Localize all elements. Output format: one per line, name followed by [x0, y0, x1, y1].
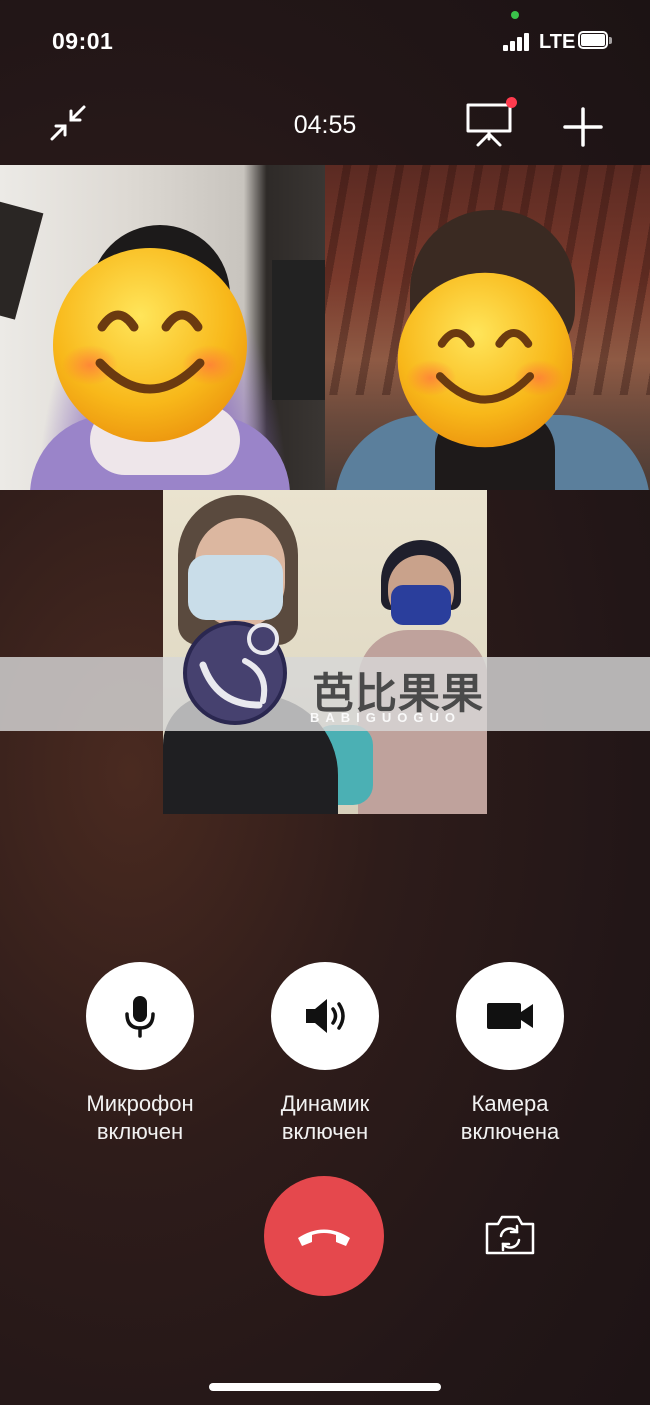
status-time: 09:01 — [52, 28, 114, 54]
end-call-button[interactable] — [264, 1176, 384, 1296]
plus-icon — [563, 107, 603, 147]
notification-badge — [506, 97, 517, 108]
speaker-button[interactable] — [271, 962, 379, 1070]
flip-camera-button[interactable] — [484, 1212, 536, 1256]
microphone-button[interactable] — [86, 962, 194, 1070]
speaker-icon — [306, 999, 345, 1033]
phone-hangup-icon — [298, 1229, 350, 1246]
watermark-subtext: BABIGUOGUO — [310, 710, 461, 725]
watermark-logo — [183, 621, 287, 725]
network-type: LTE — [539, 31, 576, 53]
participant-video-2[interactable] — [325, 165, 650, 490]
home-indicator[interactable] — [209, 1383, 441, 1391]
battery-icon — [578, 31, 612, 51]
camera-button[interactable] — [456, 962, 564, 1070]
video-camera-icon — [487, 1003, 533, 1029]
microphone-icon — [125, 996, 155, 1038]
face-mask — [188, 555, 283, 620]
minimize-call-button[interactable] — [48, 103, 88, 143]
background-object — [272, 260, 325, 400]
call-duration: 04:55 — [293, 111, 357, 139]
camera-status-label: Камера включена — [460, 1091, 560, 1144]
face-mask — [391, 585, 451, 625]
smiling-face-emoji — [53, 248, 247, 442]
flip-camera-icon — [485, 1215, 535, 1255]
speaker-status-label: Динамик включен — [280, 1091, 370, 1144]
smiling-face-emoji — [397, 272, 573, 448]
minimize-arrows-icon — [50, 105, 86, 141]
add-participant-button[interactable] — [562, 106, 604, 148]
background-object — [0, 200, 44, 320]
camera-in-use-indicator — [511, 11, 519, 19]
microphone-status-label: Микрофон включен — [86, 1091, 194, 1144]
signal-strength-icon — [503, 33, 531, 51]
participant-video-1[interactable] — [0, 165, 325, 490]
